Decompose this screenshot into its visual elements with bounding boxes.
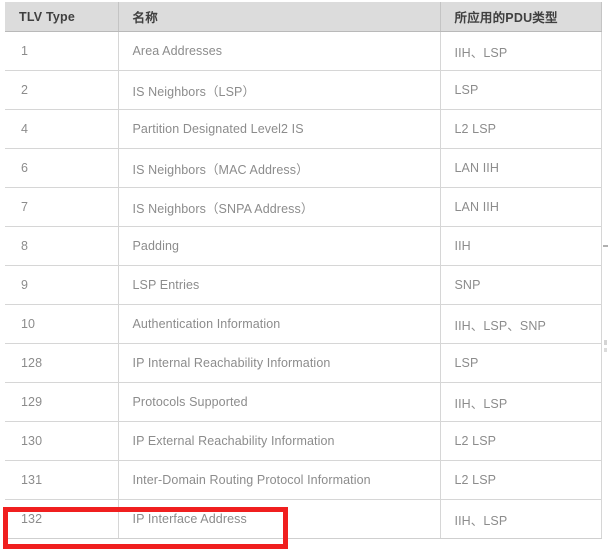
cell-name: Padding [118,226,441,266]
cell-pdu-type: IIH、LSP、SNP [440,304,602,344]
cell-tlv-type: 129 [5,382,119,422]
table-row: 128 IP Internal Reachability Information L… [5,343,602,383]
cell-tlv-type: 2 [5,70,119,110]
cell-name: IS Neighbors（SNPA Address） [118,187,441,227]
cell-tlv-type: 132 [5,499,119,539]
edge-artifact-mark [603,245,608,247]
table-row: 7 IS Neighbors（SNPA Address） LAN IIH [5,187,602,227]
cell-pdu-type: L2 LSP [440,460,602,500]
column-header-pdu-type: 所应用的PDU类型 [440,2,602,32]
cell-name: IP Interface Address [118,499,441,539]
cell-pdu-type: LAN IIH [440,148,602,188]
cell-tlv-type: 10 [5,304,119,344]
cell-name: Area Addresses [118,31,441,71]
cell-tlv-type: 1 [5,31,119,71]
table-row: 9 LSP Entries SNP [5,265,602,305]
tlv-type-table: TLV Type 名称 所应用的PDU类型 1 Area Addresses IIH… [5,2,602,539]
cell-name: IS Neighbors（MAC Address） [118,148,441,188]
cell-pdu-type: IIH [440,226,602,266]
table-row: 2 IS Neighbors（LSP） LSP [5,70,602,110]
cell-pdu-type: IIH、LSP [440,382,602,422]
table-header: TLV Type 名称 所应用的PDU类型 [5,2,602,32]
cell-name: IP External Reachability Information [118,421,441,461]
column-header-tlv-type: TLV Type [5,2,119,32]
cell-name: LSP Entries [118,265,441,305]
edge-artifact-mark [604,340,607,345]
cell-pdu-type: LSP [440,70,602,110]
cell-tlv-type: 9 [5,265,119,305]
cell-name: Partition Designated Level2 IS [118,109,441,149]
cell-tlv-type: 128 [5,343,119,383]
cell-pdu-type: SNP [440,265,602,305]
cell-pdu-type: L2 LSP [440,421,602,461]
cell-name: Inter-Domain Routing Protocol Informatio… [118,460,441,500]
cell-pdu-type: LSP [440,343,602,383]
table-row: 129 Protocols Supported IIH、LSP [5,382,602,422]
table-row: 1 Area Addresses IIH、LSP [5,31,602,71]
table-row: 131 Inter-Domain Routing Protocol Informa… [5,460,602,500]
table-row: 6 IS Neighbors（MAC Address） LAN IIH [5,148,602,188]
table-row: 10 Authentication Information IIH、LSP、SNP [5,304,602,344]
cell-tlv-type: 8 [5,226,119,266]
table-row: 132 IP Interface Address IIH、LSP [5,499,602,539]
cell-pdu-type: L2 LSP [440,109,602,149]
cell-pdu-type: IIH、LSP [440,499,602,539]
table-row: 8 Padding IIH [5,226,602,266]
cell-tlv-type: 130 [5,421,119,461]
table-row: 4 Partition Designated Level2 IS L2 LSP [5,109,602,149]
cell-pdu-type: IIH、LSP [440,31,602,71]
cell-name: IS Neighbors（LSP） [118,70,441,110]
cell-pdu-type: LAN IIH [440,187,602,227]
table-row: 130 IP External Reachability Information L… [5,421,602,461]
column-header-name: 名称 [118,2,441,32]
cell-tlv-type: 4 [5,109,119,149]
cell-tlv-type: 6 [5,148,119,188]
table-body: 1 Area Addresses IIH、LSP 2 IS Neighbors（LSP）… [5,31,602,539]
cell-name: IP Internal Reachability Information [118,343,441,383]
cell-tlv-type: 131 [5,460,119,500]
cell-tlv-type: 7 [5,187,119,227]
cell-name: Authentication Information [118,304,441,344]
edge-artifact-mark [604,348,607,352]
cell-name: Protocols Supported [118,382,441,422]
table-header-row: TLV Type 名称 所应用的PDU类型 [5,2,602,32]
